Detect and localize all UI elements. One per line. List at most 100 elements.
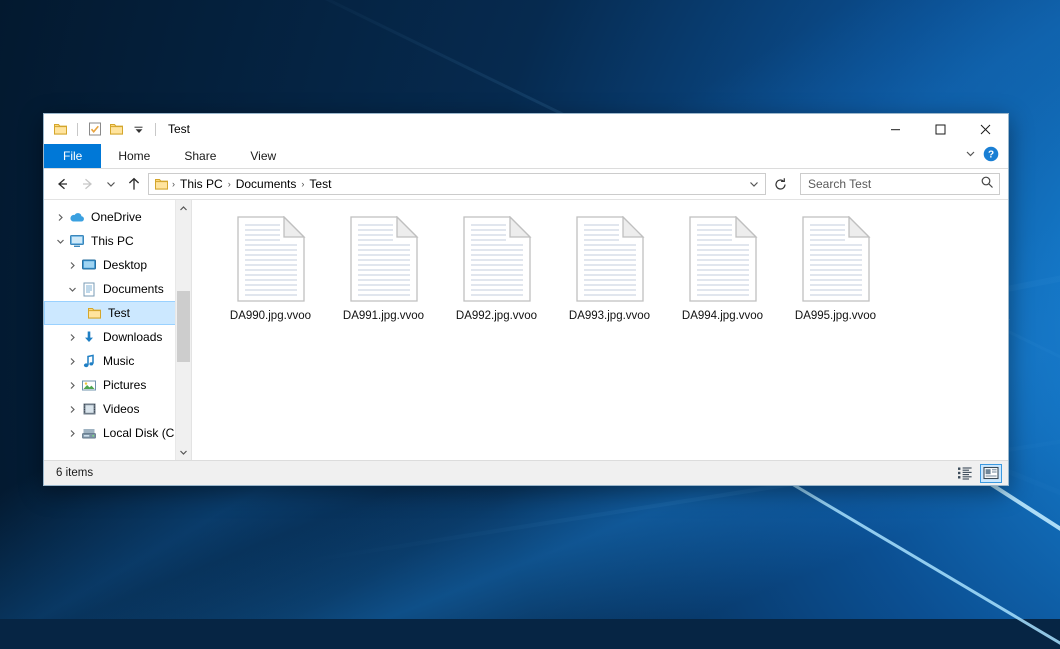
ribbon-tab-bar: File Home Share View ? (44, 144, 1008, 169)
generic-document-icon (801, 216, 871, 302)
address-bar[interactable]: › This PC › Documents › Test (148, 173, 766, 195)
minimize-button[interactable] (873, 114, 918, 144)
breadcrumb-test[interactable]: Test (305, 177, 335, 191)
monitor-icon (68, 234, 86, 248)
sidebar-item-music[interactable]: Music (44, 349, 191, 373)
address-folder-icon (154, 177, 169, 191)
generic-document-icon (462, 216, 532, 302)
breadcrumb-this-pc[interactable]: This PC (176, 177, 227, 191)
folder-icon[interactable] (52, 121, 69, 138)
chevron-right-icon[interactable] (64, 381, 80, 390)
recent-locations-button[interactable] (102, 173, 120, 195)
cloud-icon (68, 211, 86, 224)
toolbar-separator (77, 123, 78, 136)
window-controls (873, 114, 1008, 144)
sidebar-item-label: Local Disk (C:) (103, 426, 182, 440)
properties-icon[interactable] (86, 121, 103, 138)
tab-view[interactable]: View (233, 144, 293, 168)
sidebar-item-downloads[interactable]: Downloads (44, 325, 191, 349)
navigation-pane: OneDrive This PC (44, 200, 192, 460)
address-history-icon[interactable] (745, 173, 763, 195)
generic-document-icon (349, 216, 419, 302)
tab-file[interactable]: File (44, 144, 101, 168)
refresh-button[interactable] (768, 173, 792, 195)
scrollbar-thumb[interactable] (177, 291, 190, 362)
chevron-right-icon[interactable] (64, 333, 80, 342)
disk-icon (80, 427, 98, 440)
sidebar-item-label: Downloads (103, 330, 162, 344)
details-view-button[interactable] (954, 464, 976, 483)
file-item[interactable]: DA993.jpg.vvoo (553, 214, 666, 322)
scrollbar-track[interactable] (176, 216, 191, 444)
sidebar-item-onedrive[interactable]: OneDrive (44, 205, 191, 229)
chevron-right-icon[interactable] (64, 405, 80, 414)
sidebar-item-label: This PC (91, 234, 134, 248)
sidebar-item-label: Pictures (103, 378, 146, 392)
breadcrumb-documents[interactable]: Documents (232, 177, 301, 191)
scroll-down-button[interactable] (176, 444, 191, 460)
address-bar-row: › This PC › Documents › Test Search Test (44, 169, 1008, 199)
sidebar-item-label: Documents (103, 282, 164, 296)
sidebar-item-videos[interactable]: Videos (44, 397, 191, 421)
file-name-label: DA990.jpg.vvoo (230, 310, 311, 322)
file-item[interactable]: DA990.jpg.vvoo (214, 214, 327, 322)
scroll-up-button[interactable] (176, 200, 191, 216)
sidebar-item-documents[interactable]: Documents (44, 277, 191, 301)
back-button[interactable] (50, 173, 74, 195)
close-button[interactable] (963, 114, 1008, 144)
file-item[interactable]: DA994.jpg.vvoo (666, 214, 779, 322)
generic-document-icon (575, 216, 645, 302)
toolbar-separator (155, 123, 156, 136)
ribbon-controls: ? (964, 144, 1008, 168)
music-icon (80, 354, 98, 369)
new-folder-icon[interactable] (108, 121, 125, 138)
sidebar-item-local-disk-c[interactable]: Local Disk (C:) (44, 421, 191, 445)
file-name-label: DA995.jpg.vvoo (795, 310, 876, 322)
file-name-label: DA991.jpg.vvoo (343, 310, 424, 322)
videos-icon (80, 402, 98, 416)
sidebar-scrollbar[interactable] (175, 200, 191, 460)
documents-icon (80, 282, 98, 297)
file-name-label: DA994.jpg.vvoo (682, 310, 763, 322)
sidebar-item-desktop[interactable]: Desktop (44, 253, 191, 277)
chevron-right-icon[interactable] (64, 357, 80, 366)
file-item[interactable]: DA991.jpg.vvoo (327, 214, 440, 322)
file-name-label: DA992.jpg.vvoo (456, 310, 537, 322)
chevron-right-icon[interactable] (64, 261, 80, 270)
chevron-down-icon[interactable] (964, 147, 977, 165)
file-grid: DA990.jpg.vvoo DA991.jpg.vvoo (214, 214, 998, 322)
maximize-button[interactable] (918, 114, 963, 144)
chevron-down-icon[interactable] (64, 285, 80, 294)
sidebar-item-test[interactable]: Test (44, 301, 191, 325)
generic-document-icon (688, 216, 758, 302)
tab-share[interactable]: Share (167, 144, 233, 168)
up-button[interactable] (122, 173, 146, 195)
customize-dropdown-icon[interactable] (130, 121, 147, 138)
sidebar-item-pictures[interactable]: Pictures (44, 373, 191, 397)
item-count-label: 6 items (56, 467, 93, 479)
chevron-down-icon[interactable] (52, 237, 68, 246)
search-input[interactable]: Search Test (800, 173, 1000, 195)
help-icon[interactable]: ? (983, 146, 999, 167)
status-bar: 6 items (44, 460, 1008, 485)
folder-icon (85, 306, 103, 320)
generic-document-icon (236, 216, 306, 302)
address-bar-right (745, 173, 763, 195)
svg-text:?: ? (988, 149, 994, 160)
desktop-icon (80, 258, 98, 272)
search-icon[interactable] (980, 175, 994, 194)
file-item[interactable]: DA995.jpg.vvoo (779, 214, 892, 322)
chevron-right-icon[interactable] (64, 429, 80, 438)
sidebar-item-label: OneDrive (91, 210, 142, 224)
file-list-view[interactable]: DA990.jpg.vvoo DA991.jpg.vvoo (192, 200, 1008, 460)
file-item[interactable]: DA992.jpg.vvoo (440, 214, 553, 322)
file-name-label: DA993.jpg.vvoo (569, 310, 650, 322)
large-icons-view-button[interactable] (980, 464, 1002, 483)
sidebar-item-this-pc[interactable]: This PC (44, 229, 191, 253)
folder-tree: OneDrive This PC (44, 200, 191, 445)
window-title: Test (168, 122, 190, 136)
tab-home[interactable]: Home (101, 144, 167, 168)
download-icon (80, 330, 98, 345)
chevron-right-icon[interactable] (52, 213, 68, 222)
sidebar-item-label: Videos (103, 402, 139, 416)
